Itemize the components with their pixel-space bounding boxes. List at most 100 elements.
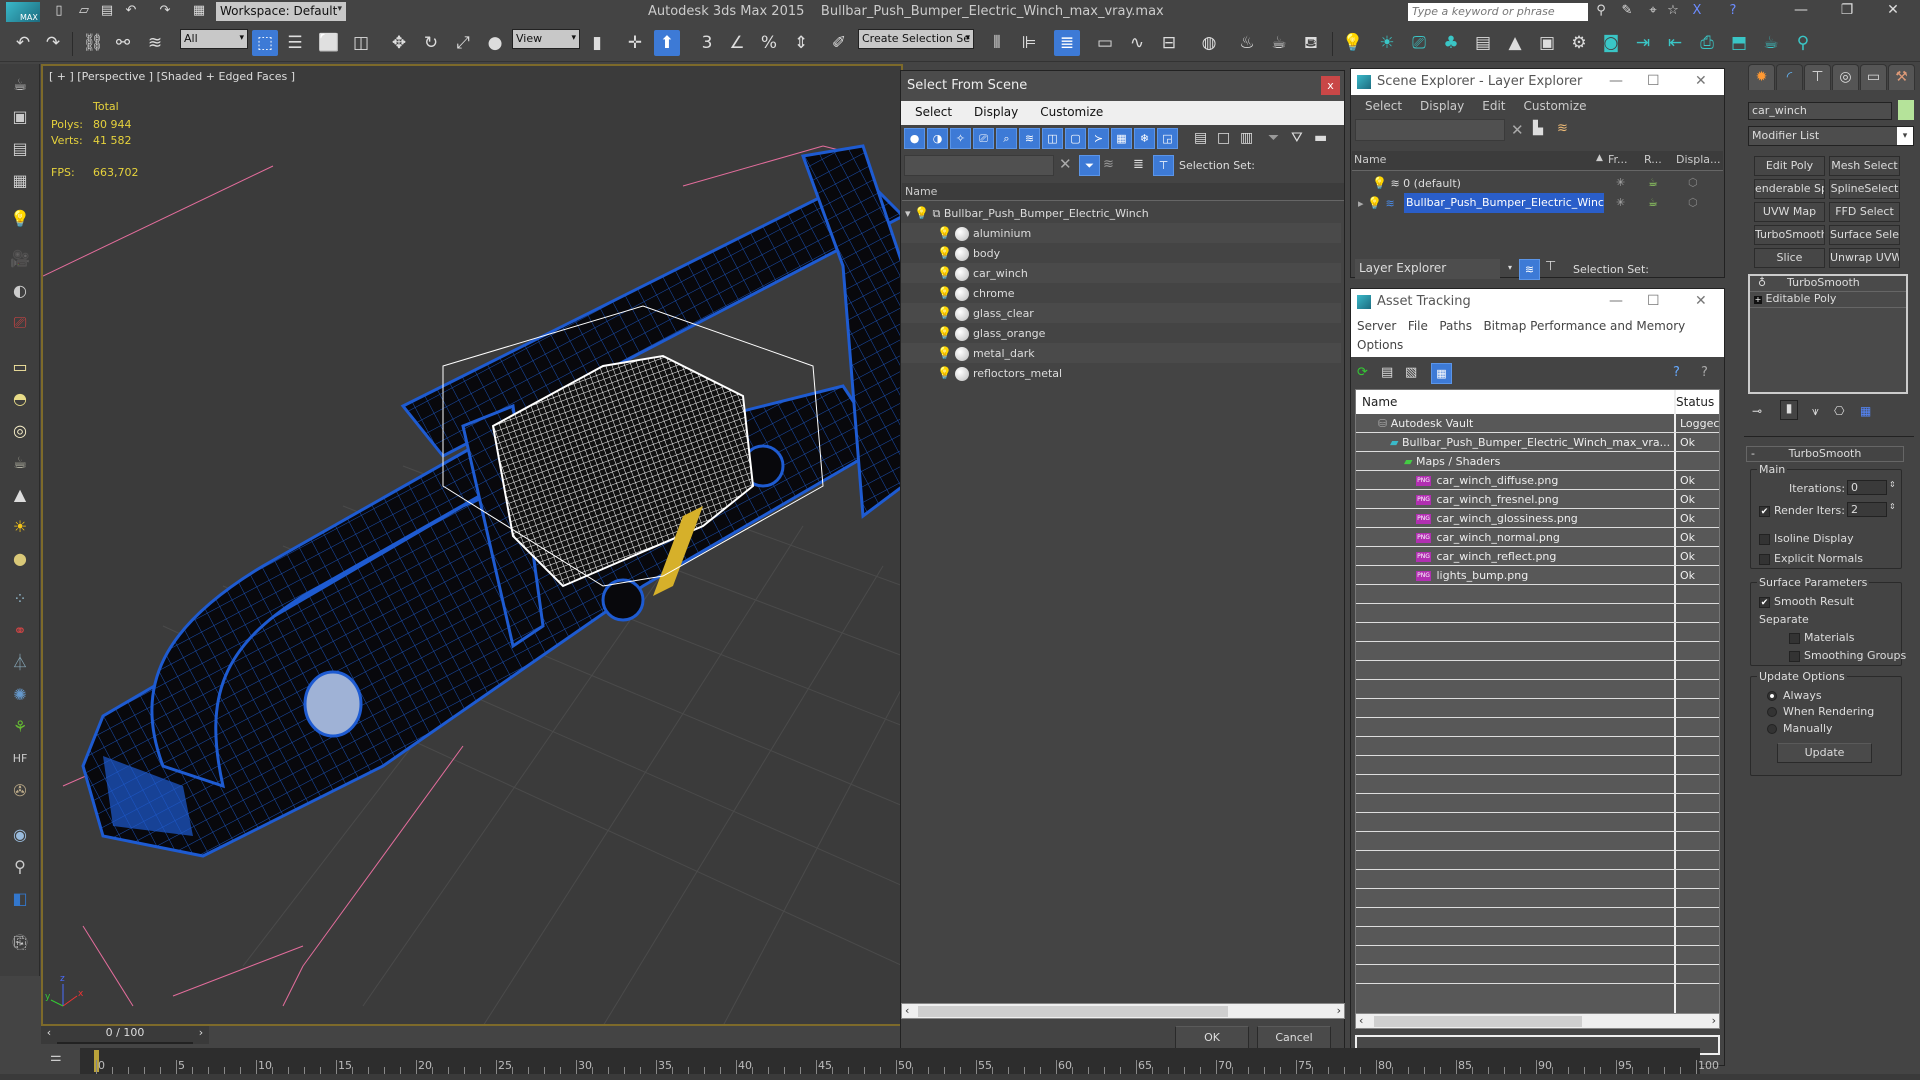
vfb-icon[interactable]: ◙	[1598, 30, 1624, 56]
menu-file[interactable]: File	[1408, 319, 1428, 333]
horizontal-scrollbar[interactable]: ‹ ›	[1355, 1013, 1720, 1029]
asset-row[interactable]	[1356, 699, 1719, 718]
asset-row[interactable]	[1356, 908, 1719, 927]
asset-row[interactable]: ▰ Maps / Shaders	[1356, 452, 1719, 471]
cancel-button[interactable]: Cancel	[1257, 1026, 1331, 1050]
scale-icon[interactable]: ⤢	[450, 30, 476, 56]
disc-light-icon[interactable]: ◎	[6, 418, 34, 444]
camera-2-icon[interactable]: ◐	[6, 278, 34, 304]
snaps-toggle-icon[interactable]: 3	[694, 30, 720, 56]
scroll-right-icon[interactable]: ›	[1712, 1014, 1716, 1027]
render-iters-checkbox[interactable]: ✔	[1759, 505, 1770, 517]
named-selection-dropdown[interactable]: Create Selection Se ▾	[858, 29, 974, 49]
grass-icon[interactable]: ⚘	[6, 714, 34, 740]
asset-row[interactable]: ⛁ Autodesk Vault Loggec	[1356, 414, 1719, 433]
find-input[interactable]	[1355, 119, 1505, 141]
render-icon[interactable]: ⛾	[1298, 30, 1324, 56]
tree-item[interactable]: 💡 glass_clear	[901, 303, 1341, 323]
select-manipulate-icon[interactable]: ✛	[622, 30, 648, 56]
materials-checkbox[interactable]	[1789, 632, 1800, 644]
redo-icon[interactable]: ↷	[156, 3, 174, 20]
teapot-icon[interactable]: ☕	[1758, 30, 1784, 56]
toggle-ribbon-icon[interactable]: ▭	[1092, 30, 1118, 56]
modifier-button[interactable]: enderable Splir	[1754, 179, 1825, 199]
asset-row[interactable]: PNG car_winch_diffuse.png Ok	[1356, 471, 1719, 490]
modifier-button[interactable]: Edit Poly	[1754, 156, 1825, 176]
show-end-result-icon[interactable]: ▮	[1780, 400, 1798, 420]
explorer-mode-dropdown[interactable]: Layer Explorer ▾	[1355, 259, 1512, 279]
rectangular-selection-icon[interactable]: ⬜	[316, 30, 342, 56]
hierarchy-mode-icon[interactable]: ⊤	[1545, 259, 1556, 274]
list-view-icon[interactable]: ▤	[1381, 365, 1393, 380]
modifier-button[interactable]: Surface Select	[1829, 225, 1900, 245]
camera-icon[interactable]: 🎥	[6, 246, 34, 272]
sun-icon[interactable]: ☀	[6, 514, 34, 540]
iterations-spinner[interactable]: 0	[1847, 480, 1887, 495]
mesh-light-icon[interactable]: ☕	[6, 450, 34, 476]
tree-icon[interactable]: ♣	[1438, 30, 1464, 56]
app-logo[interactable]: MAX	[6, 2, 40, 22]
asset-row[interactable]: PNG car_winch_glossiness.png Ok	[1356, 509, 1719, 528]
col-frozen[interactable]: Fr...	[1608, 153, 1628, 166]
export-icon[interactable]: ⇤	[1662, 30, 1688, 56]
help-2-icon[interactable]: ?	[1701, 365, 1708, 380]
mini-curve-editor-icon[interactable]: ⚌	[50, 1050, 62, 1065]
select-all-icon[interactable]: ▤	[1194, 130, 1207, 146]
bulb-icon[interactable]: 💡	[937, 306, 952, 320]
spinner-arrows-icon[interactable]: ⇕	[1889, 480, 1896, 489]
bulb-icon[interactable]: 💡	[914, 206, 929, 220]
asset-row[interactable]	[1356, 946, 1719, 965]
frame-icon[interactable]: ▣	[1534, 30, 1560, 56]
tree-root[interactable]: ▾ 💡 ⧉ Bullbar_Push_Bumper_Electric_Winch	[901, 203, 1341, 223]
close-button[interactable]: ✕	[1695, 73, 1707, 89]
freeze-icon[interactable]: ✳	[1616, 173, 1625, 193]
undo-icon[interactable]: ↶	[10, 30, 36, 56]
thumbnail-view-icon[interactable]: ▧	[1405, 365, 1417, 380]
menu-paths[interactable]: Paths	[1439, 319, 1472, 333]
modifier-button[interactable]: FFD Select	[1829, 202, 1900, 222]
filter-icon[interactable]: ⏷	[1268, 130, 1279, 146]
spinner-snap-icon[interactable]: ⇕	[788, 30, 814, 56]
camera-icon[interactable]: ⎚	[1406, 30, 1432, 56]
col-renderable[interactable]: R...	[1644, 153, 1662, 166]
bind-space-warp-icon[interactable]: ≋	[142, 30, 168, 56]
new-file-icon[interactable]: ▯	[50, 3, 68, 20]
minimize-button[interactable]: —	[1609, 73, 1623, 89]
spacewarps-filter-icon[interactable]: ≋	[1019, 128, 1040, 149]
align-icon[interactable]: ⊫	[1016, 30, 1042, 56]
asset-row[interactable]	[1356, 718, 1719, 737]
hidden-filter-icon[interactable]: ◲	[1157, 128, 1178, 149]
layer-row[interactable]: 💡 ≋ 0 (default) ✳ ☕ ⬡	[1352, 173, 1723, 193]
material-browser-icon[interactable]: ⚲	[6, 854, 34, 880]
ornatrix-icon[interactable]: ✇	[6, 778, 34, 804]
cameras-filter-icon[interactable]: ⎚	[973, 128, 994, 149]
metaball-icon[interactable]: ⚭	[6, 618, 34, 644]
asset-row[interactable]: PNG car_winch_normal.png Ok	[1356, 528, 1719, 547]
asset-row[interactable]: PNG lights_bump.png Ok	[1356, 566, 1719, 585]
menu-edit[interactable]: Edit	[1482, 99, 1505, 113]
asset-row[interactable]	[1356, 832, 1719, 851]
viewport-label[interactable]: [ + ] [Perspective ] [Shaded + Edged Fac…	[49, 70, 295, 83]
minimize-button[interactable]: —	[1609, 293, 1623, 309]
update-button[interactable]: Update	[1777, 743, 1872, 763]
list-icon[interactable]: ▤	[1470, 30, 1496, 56]
modifier-button[interactable]: TurboSmooth	[1754, 225, 1825, 245]
display-tab-icon[interactable]: ▭	[1860, 64, 1887, 90]
undo-icon[interactable]: ↶	[122, 3, 140, 20]
rotate-icon[interactable]: ↻	[418, 30, 444, 56]
asset-row[interactable]: ▰ Bullbar_Push_Bumper_Electric_Winch_max…	[1356, 433, 1719, 452]
menu-bitmap[interactable]: Bitmap Performance and Memory	[1483, 319, 1685, 333]
render-teapot-icon[interactable]: ☕	[1648, 193, 1658, 213]
asset-row[interactable]	[1356, 642, 1719, 661]
render-teapot-icon[interactable]: ☕	[1648, 173, 1658, 193]
binoculars-icon[interactable]: ⚲	[1592, 3, 1610, 20]
key-icon[interactable]: ✎	[1618, 3, 1636, 20]
bulb-icon[interactable]: 💡	[937, 286, 952, 300]
bones-filter-icon[interactable]: ≻	[1088, 128, 1109, 149]
bulb-icon[interactable]: 💡	[937, 326, 952, 340]
helpers-filter-icon[interactable]: ⌕	[996, 128, 1017, 149]
col-name[interactable]: Name	[1354, 153, 1386, 166]
save-icon[interactable]: ▤	[98, 3, 116, 20]
asset-row[interactable]	[1356, 794, 1719, 813]
clear-icon[interactable]: ✕	[1511, 121, 1524, 139]
